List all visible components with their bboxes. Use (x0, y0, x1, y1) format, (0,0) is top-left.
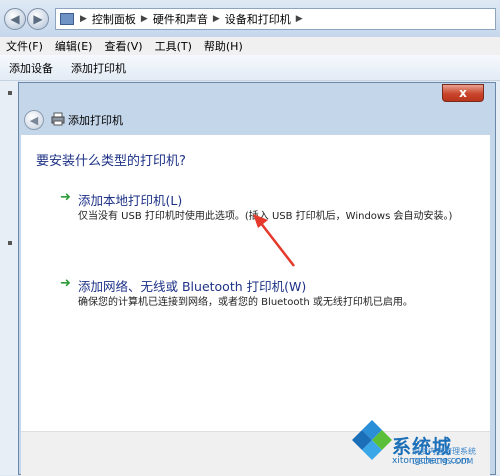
dialog-title: 添加打印机 (68, 114, 123, 127)
menu-tools[interactable]: 工具(T) (149, 38, 198, 54)
dialog-question: 要安装什么类型的打印机? (36, 154, 186, 169)
close-button[interactable]: x (442, 84, 484, 102)
dialog-back-button[interactable]: ◀ (24, 110, 44, 130)
breadcrumb-devices-printers[interactable]: 设备和打印机 (222, 11, 294, 27)
breadcrumb-control-panel[interactable]: 控制面板 (89, 11, 139, 27)
watermark-site: xitongcheng.com (392, 456, 470, 466)
breadcrumb-hardware-sound[interactable]: 硬件和声音 (150, 11, 211, 27)
command-bar: 添加设备 添加打印机 (0, 55, 500, 81)
network-printer-description: 确保您的计算机已连接到网络，或者您的 Bluetooth 或无线打印机已启用。 (78, 297, 413, 308)
menu-edit[interactable]: 编辑(E) (49, 38, 99, 54)
menu-bar: 文件(F) 编辑(E) 查看(V) 工具(T) 帮助(H) (0, 37, 500, 55)
pane-expander-icon (8, 91, 12, 95)
menu-file[interactable]: 文件(F) (0, 38, 49, 54)
address-box[interactable]: ▶ 控制面板 ▶ 硬件和声音 ▶ 设备和打印机 ▶ (55, 8, 496, 30)
menu-view[interactable]: 查看(V) (98, 38, 148, 54)
breadcrumb-separator-icon: ▶ (295, 14, 303, 24)
green-arrow-icon: ➜ (60, 276, 71, 291)
navigation-pane (0, 81, 19, 475)
back-arrow-icon: ◀ (29, 113, 39, 127)
add-device-button[interactable]: 添加设备 (0, 60, 62, 76)
back-button[interactable]: ◀ (4, 8, 26, 30)
annotation-arrow-icon (253, 214, 295, 267)
breadcrumb-separator-icon: ▶ (212, 14, 220, 24)
green-arrow-icon: ➜ (60, 190, 71, 205)
add-printer-button[interactable]: 添加打印机 (62, 60, 135, 76)
menu-help[interactable]: 帮助(H) (198, 38, 249, 54)
forward-arrow-icon: ▶ (33, 12, 43, 26)
watermark-logo-icon (352, 420, 392, 460)
control-panel-icon (60, 13, 74, 25)
close-icon: x (459, 86, 467, 100)
back-arrow-icon: ◀ (10, 12, 20, 26)
breadcrumb-separator-icon: ▶ (80, 14, 87, 24)
forward-button[interactable]: ▶ (27, 8, 49, 30)
breadcrumb-separator-icon: ▶ (140, 14, 148, 24)
printer-icon (51, 112, 65, 126)
pane-expander-icon (8, 241, 12, 245)
